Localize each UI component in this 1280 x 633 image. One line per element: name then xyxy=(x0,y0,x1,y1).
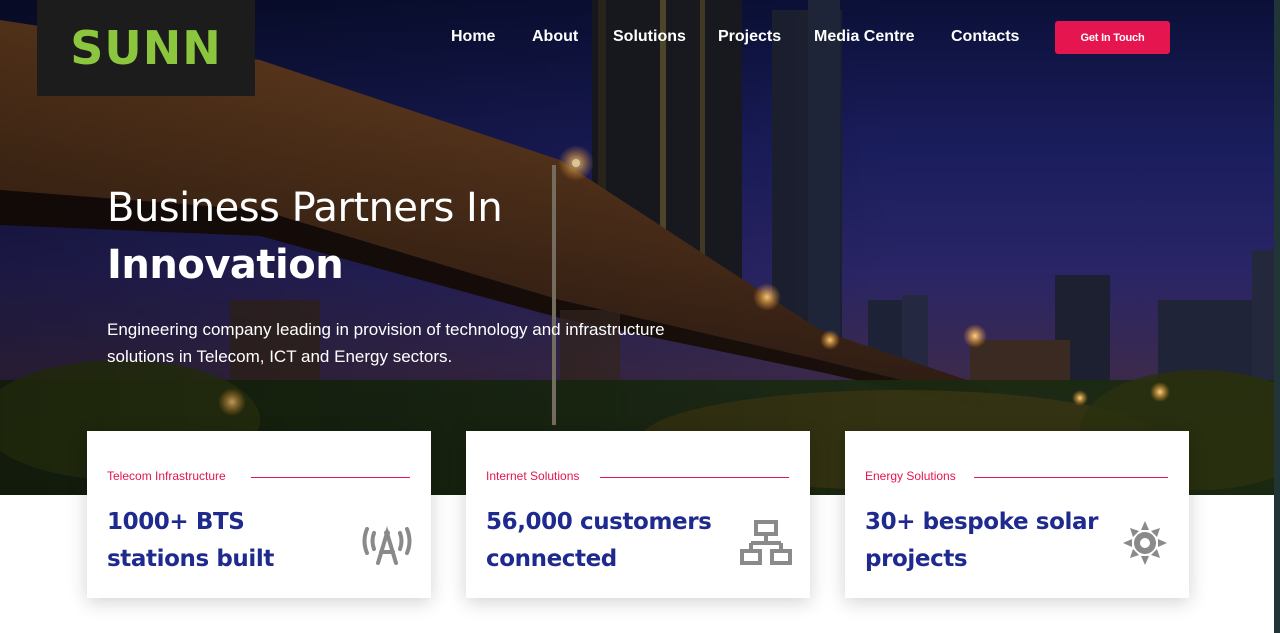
hero-title-line2: Innovation xyxy=(107,242,344,288)
card-title: 56,000 customers connected xyxy=(486,509,712,572)
nav-item-media-centre[interactable]: Media Centre xyxy=(814,27,914,47)
nav-item-solutions[interactable]: Solutions xyxy=(613,27,686,47)
card-telecom[interactable]: Telecom Infrastructure 1000+ BTS station… xyxy=(87,431,431,598)
hero-subtitle: Engineering company leading in provision… xyxy=(107,320,665,366)
hero-title: Business Partners In Innovation xyxy=(107,180,503,294)
antenna-icon xyxy=(362,526,412,565)
card-divider xyxy=(600,477,789,478)
right-edge-strip xyxy=(1274,0,1280,633)
network-icon xyxy=(740,520,792,565)
card-divider xyxy=(251,477,410,478)
card-title: 1000+ BTS stations built xyxy=(107,509,274,572)
nav-item-about[interactable]: About xyxy=(532,27,578,47)
get-in-touch-button[interactable]: Get In Touch xyxy=(1055,21,1170,54)
card-kicker: Telecom Infrastructure xyxy=(107,469,226,483)
card-kicker: Energy Solutions xyxy=(865,469,956,483)
nav-item-home[interactable]: Home xyxy=(451,27,495,47)
logo-text: SUNN xyxy=(70,21,222,75)
page: SUNN Home About Solutions Projects Media… xyxy=(0,0,1280,633)
card-divider xyxy=(974,477,1168,478)
card-kicker: Internet Solutions xyxy=(486,469,580,483)
nav-item-contacts[interactable]: Contacts xyxy=(951,27,1019,47)
card-title: 30+ bespoke solar projects xyxy=(865,509,1099,572)
card-internet[interactable]: Internet Solutions 56,000 customers conn… xyxy=(466,431,810,598)
card-energy[interactable]: Energy Solutions 30+ bespoke solar proje… xyxy=(845,431,1189,598)
nav-item-projects[interactable]: Projects xyxy=(718,27,781,47)
hero-title-line1: Business Partners In xyxy=(107,185,503,231)
logo[interactable]: SUNN xyxy=(37,0,255,96)
sun-icon xyxy=(1123,521,1167,565)
